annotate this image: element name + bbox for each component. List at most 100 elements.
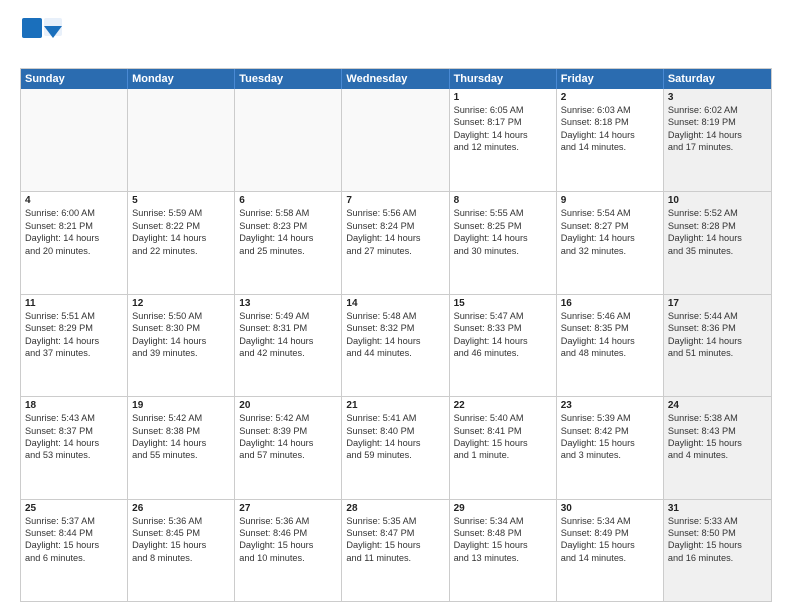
day-number: 7 bbox=[346, 195, 444, 206]
calendar-cell: 24Sunrise: 5:38 AM Sunset: 8:43 PM Dayli… bbox=[664, 397, 771, 498]
calendar-cell: 19Sunrise: 5:42 AM Sunset: 8:38 PM Dayli… bbox=[128, 397, 235, 498]
calendar-cell: 8Sunrise: 5:55 AM Sunset: 8:25 PM Daylig… bbox=[450, 192, 557, 293]
day-number: 19 bbox=[132, 400, 230, 411]
day-number: 8 bbox=[454, 195, 552, 206]
calendar-cell: 9Sunrise: 5:54 AM Sunset: 8:27 PM Daylig… bbox=[557, 192, 664, 293]
day-number: 13 bbox=[239, 298, 337, 309]
calendar-cell: 2Sunrise: 6:03 AM Sunset: 8:18 PM Daylig… bbox=[557, 89, 664, 191]
calendar-cell bbox=[128, 89, 235, 191]
calendar-body: 1Sunrise: 6:05 AM Sunset: 8:17 PM Daylig… bbox=[21, 89, 771, 601]
cell-text: Sunrise: 5:35 AM Sunset: 8:47 PM Dayligh… bbox=[346, 515, 444, 565]
logo bbox=[20, 16, 64, 60]
day-number: 16 bbox=[561, 298, 659, 309]
cell-text: Sunrise: 6:03 AM Sunset: 8:18 PM Dayligh… bbox=[561, 104, 659, 154]
calendar-cell: 12Sunrise: 5:50 AM Sunset: 8:30 PM Dayli… bbox=[128, 295, 235, 396]
calendar-row-1: 1Sunrise: 6:05 AM Sunset: 8:17 PM Daylig… bbox=[21, 89, 771, 191]
page: SundayMondayTuesdayWednesdayThursdayFrid… bbox=[0, 0, 792, 612]
day-number: 6 bbox=[239, 195, 337, 206]
cell-text: Sunrise: 5:38 AM Sunset: 8:43 PM Dayligh… bbox=[668, 412, 767, 462]
calendar-row-3: 11Sunrise: 5:51 AM Sunset: 8:29 PM Dayli… bbox=[21, 294, 771, 396]
day-number: 22 bbox=[454, 400, 552, 411]
day-number: 23 bbox=[561, 400, 659, 411]
calendar-cell: 21Sunrise: 5:41 AM Sunset: 8:40 PM Dayli… bbox=[342, 397, 449, 498]
calendar-cell bbox=[342, 89, 449, 191]
calendar-cell: 20Sunrise: 5:42 AM Sunset: 8:39 PM Dayli… bbox=[235, 397, 342, 498]
calendar-cell: 17Sunrise: 5:44 AM Sunset: 8:36 PM Dayli… bbox=[664, 295, 771, 396]
day-number: 31 bbox=[668, 503, 767, 514]
cell-text: Sunrise: 5:42 AM Sunset: 8:38 PM Dayligh… bbox=[132, 412, 230, 462]
cell-text: Sunrise: 6:05 AM Sunset: 8:17 PM Dayligh… bbox=[454, 104, 552, 154]
calendar-cell bbox=[235, 89, 342, 191]
header bbox=[20, 16, 772, 60]
cell-text: Sunrise: 6:02 AM Sunset: 8:19 PM Dayligh… bbox=[668, 104, 767, 154]
calendar-cell: 4Sunrise: 6:00 AM Sunset: 8:21 PM Daylig… bbox=[21, 192, 128, 293]
weekday-header-sunday: Sunday bbox=[21, 69, 128, 89]
day-number: 3 bbox=[668, 92, 767, 103]
calendar-cell: 27Sunrise: 5:36 AM Sunset: 8:46 PM Dayli… bbox=[235, 500, 342, 601]
calendar-cell: 14Sunrise: 5:48 AM Sunset: 8:32 PM Dayli… bbox=[342, 295, 449, 396]
cell-text: Sunrise: 5:34 AM Sunset: 8:48 PM Dayligh… bbox=[454, 515, 552, 565]
cell-text: Sunrise: 5:40 AM Sunset: 8:41 PM Dayligh… bbox=[454, 412, 552, 462]
cell-text: Sunrise: 5:50 AM Sunset: 8:30 PM Dayligh… bbox=[132, 310, 230, 360]
cell-text: Sunrise: 5:54 AM Sunset: 8:27 PM Dayligh… bbox=[561, 207, 659, 257]
cell-text: Sunrise: 5:42 AM Sunset: 8:39 PM Dayligh… bbox=[239, 412, 337, 462]
calendar-cell: 16Sunrise: 5:46 AM Sunset: 8:35 PM Dayli… bbox=[557, 295, 664, 396]
calendar-cell: 22Sunrise: 5:40 AM Sunset: 8:41 PM Dayli… bbox=[450, 397, 557, 498]
calendar-cell: 1Sunrise: 6:05 AM Sunset: 8:17 PM Daylig… bbox=[450, 89, 557, 191]
calendar-cell: 3Sunrise: 6:02 AM Sunset: 8:19 PM Daylig… bbox=[664, 89, 771, 191]
day-number: 15 bbox=[454, 298, 552, 309]
cell-text: Sunrise: 5:44 AM Sunset: 8:36 PM Dayligh… bbox=[668, 310, 767, 360]
day-number: 24 bbox=[668, 400, 767, 411]
cell-text: Sunrise: 5:58 AM Sunset: 8:23 PM Dayligh… bbox=[239, 207, 337, 257]
day-number: 21 bbox=[346, 400, 444, 411]
calendar-cell: 25Sunrise: 5:37 AM Sunset: 8:44 PM Dayli… bbox=[21, 500, 128, 601]
calendar-cell: 28Sunrise: 5:35 AM Sunset: 8:47 PM Dayli… bbox=[342, 500, 449, 601]
day-number: 30 bbox=[561, 503, 659, 514]
weekday-header-tuesday: Tuesday bbox=[235, 69, 342, 89]
calendar-cell: 23Sunrise: 5:39 AM Sunset: 8:42 PM Dayli… bbox=[557, 397, 664, 498]
cell-text: Sunrise: 5:46 AM Sunset: 8:35 PM Dayligh… bbox=[561, 310, 659, 360]
day-number: 25 bbox=[25, 503, 123, 514]
cell-text: Sunrise: 5:41 AM Sunset: 8:40 PM Dayligh… bbox=[346, 412, 444, 462]
calendar-row-2: 4Sunrise: 6:00 AM Sunset: 8:21 PM Daylig… bbox=[21, 191, 771, 293]
cell-text: Sunrise: 5:37 AM Sunset: 8:44 PM Dayligh… bbox=[25, 515, 123, 565]
calendar-cell: 15Sunrise: 5:47 AM Sunset: 8:33 PM Dayli… bbox=[450, 295, 557, 396]
cell-text: Sunrise: 5:55 AM Sunset: 8:25 PM Dayligh… bbox=[454, 207, 552, 257]
day-number: 20 bbox=[239, 400, 337, 411]
cell-text: Sunrise: 5:52 AM Sunset: 8:28 PM Dayligh… bbox=[668, 207, 767, 257]
weekday-header-wednesday: Wednesday bbox=[342, 69, 449, 89]
cell-text: Sunrise: 5:49 AM Sunset: 8:31 PM Dayligh… bbox=[239, 310, 337, 360]
day-number: 14 bbox=[346, 298, 444, 309]
weekday-header-thursday: Thursday bbox=[450, 69, 557, 89]
day-number: 17 bbox=[668, 298, 767, 309]
calendar-row-4: 18Sunrise: 5:43 AM Sunset: 8:37 PM Dayli… bbox=[21, 396, 771, 498]
calendar-cell: 13Sunrise: 5:49 AM Sunset: 8:31 PM Dayli… bbox=[235, 295, 342, 396]
cell-text: Sunrise: 5:43 AM Sunset: 8:37 PM Dayligh… bbox=[25, 412, 123, 462]
cell-text: Sunrise: 5:39 AM Sunset: 8:42 PM Dayligh… bbox=[561, 412, 659, 462]
weekday-header-monday: Monday bbox=[128, 69, 235, 89]
day-number: 12 bbox=[132, 298, 230, 309]
calendar-cell: 11Sunrise: 5:51 AM Sunset: 8:29 PM Dayli… bbox=[21, 295, 128, 396]
cell-text: Sunrise: 5:48 AM Sunset: 8:32 PM Dayligh… bbox=[346, 310, 444, 360]
cell-text: Sunrise: 5:36 AM Sunset: 8:46 PM Dayligh… bbox=[239, 515, 337, 565]
day-number: 27 bbox=[239, 503, 337, 514]
day-number: 11 bbox=[25, 298, 123, 309]
day-number: 29 bbox=[454, 503, 552, 514]
calendar-cell: 6Sunrise: 5:58 AM Sunset: 8:23 PM Daylig… bbox=[235, 192, 342, 293]
weekday-header-friday: Friday bbox=[557, 69, 664, 89]
calendar-row-5: 25Sunrise: 5:37 AM Sunset: 8:44 PM Dayli… bbox=[21, 499, 771, 601]
cell-text: Sunrise: 5:56 AM Sunset: 8:24 PM Dayligh… bbox=[346, 207, 444, 257]
day-number: 9 bbox=[561, 195, 659, 206]
day-number: 28 bbox=[346, 503, 444, 514]
calendar-cell: 18Sunrise: 5:43 AM Sunset: 8:37 PM Dayli… bbox=[21, 397, 128, 498]
weekday-header-saturday: Saturday bbox=[664, 69, 771, 89]
day-number: 10 bbox=[668, 195, 767, 206]
calendar-header: SundayMondayTuesdayWednesdayThursdayFrid… bbox=[21, 69, 771, 89]
day-number: 5 bbox=[132, 195, 230, 206]
calendar-cell: 5Sunrise: 5:59 AM Sunset: 8:22 PM Daylig… bbox=[128, 192, 235, 293]
cell-text: Sunrise: 5:34 AM Sunset: 8:49 PM Dayligh… bbox=[561, 515, 659, 565]
day-number: 26 bbox=[132, 503, 230, 514]
calendar-cell: 10Sunrise: 5:52 AM Sunset: 8:28 PM Dayli… bbox=[664, 192, 771, 293]
cell-text: Sunrise: 5:33 AM Sunset: 8:50 PM Dayligh… bbox=[668, 515, 767, 565]
calendar-cell bbox=[21, 89, 128, 191]
